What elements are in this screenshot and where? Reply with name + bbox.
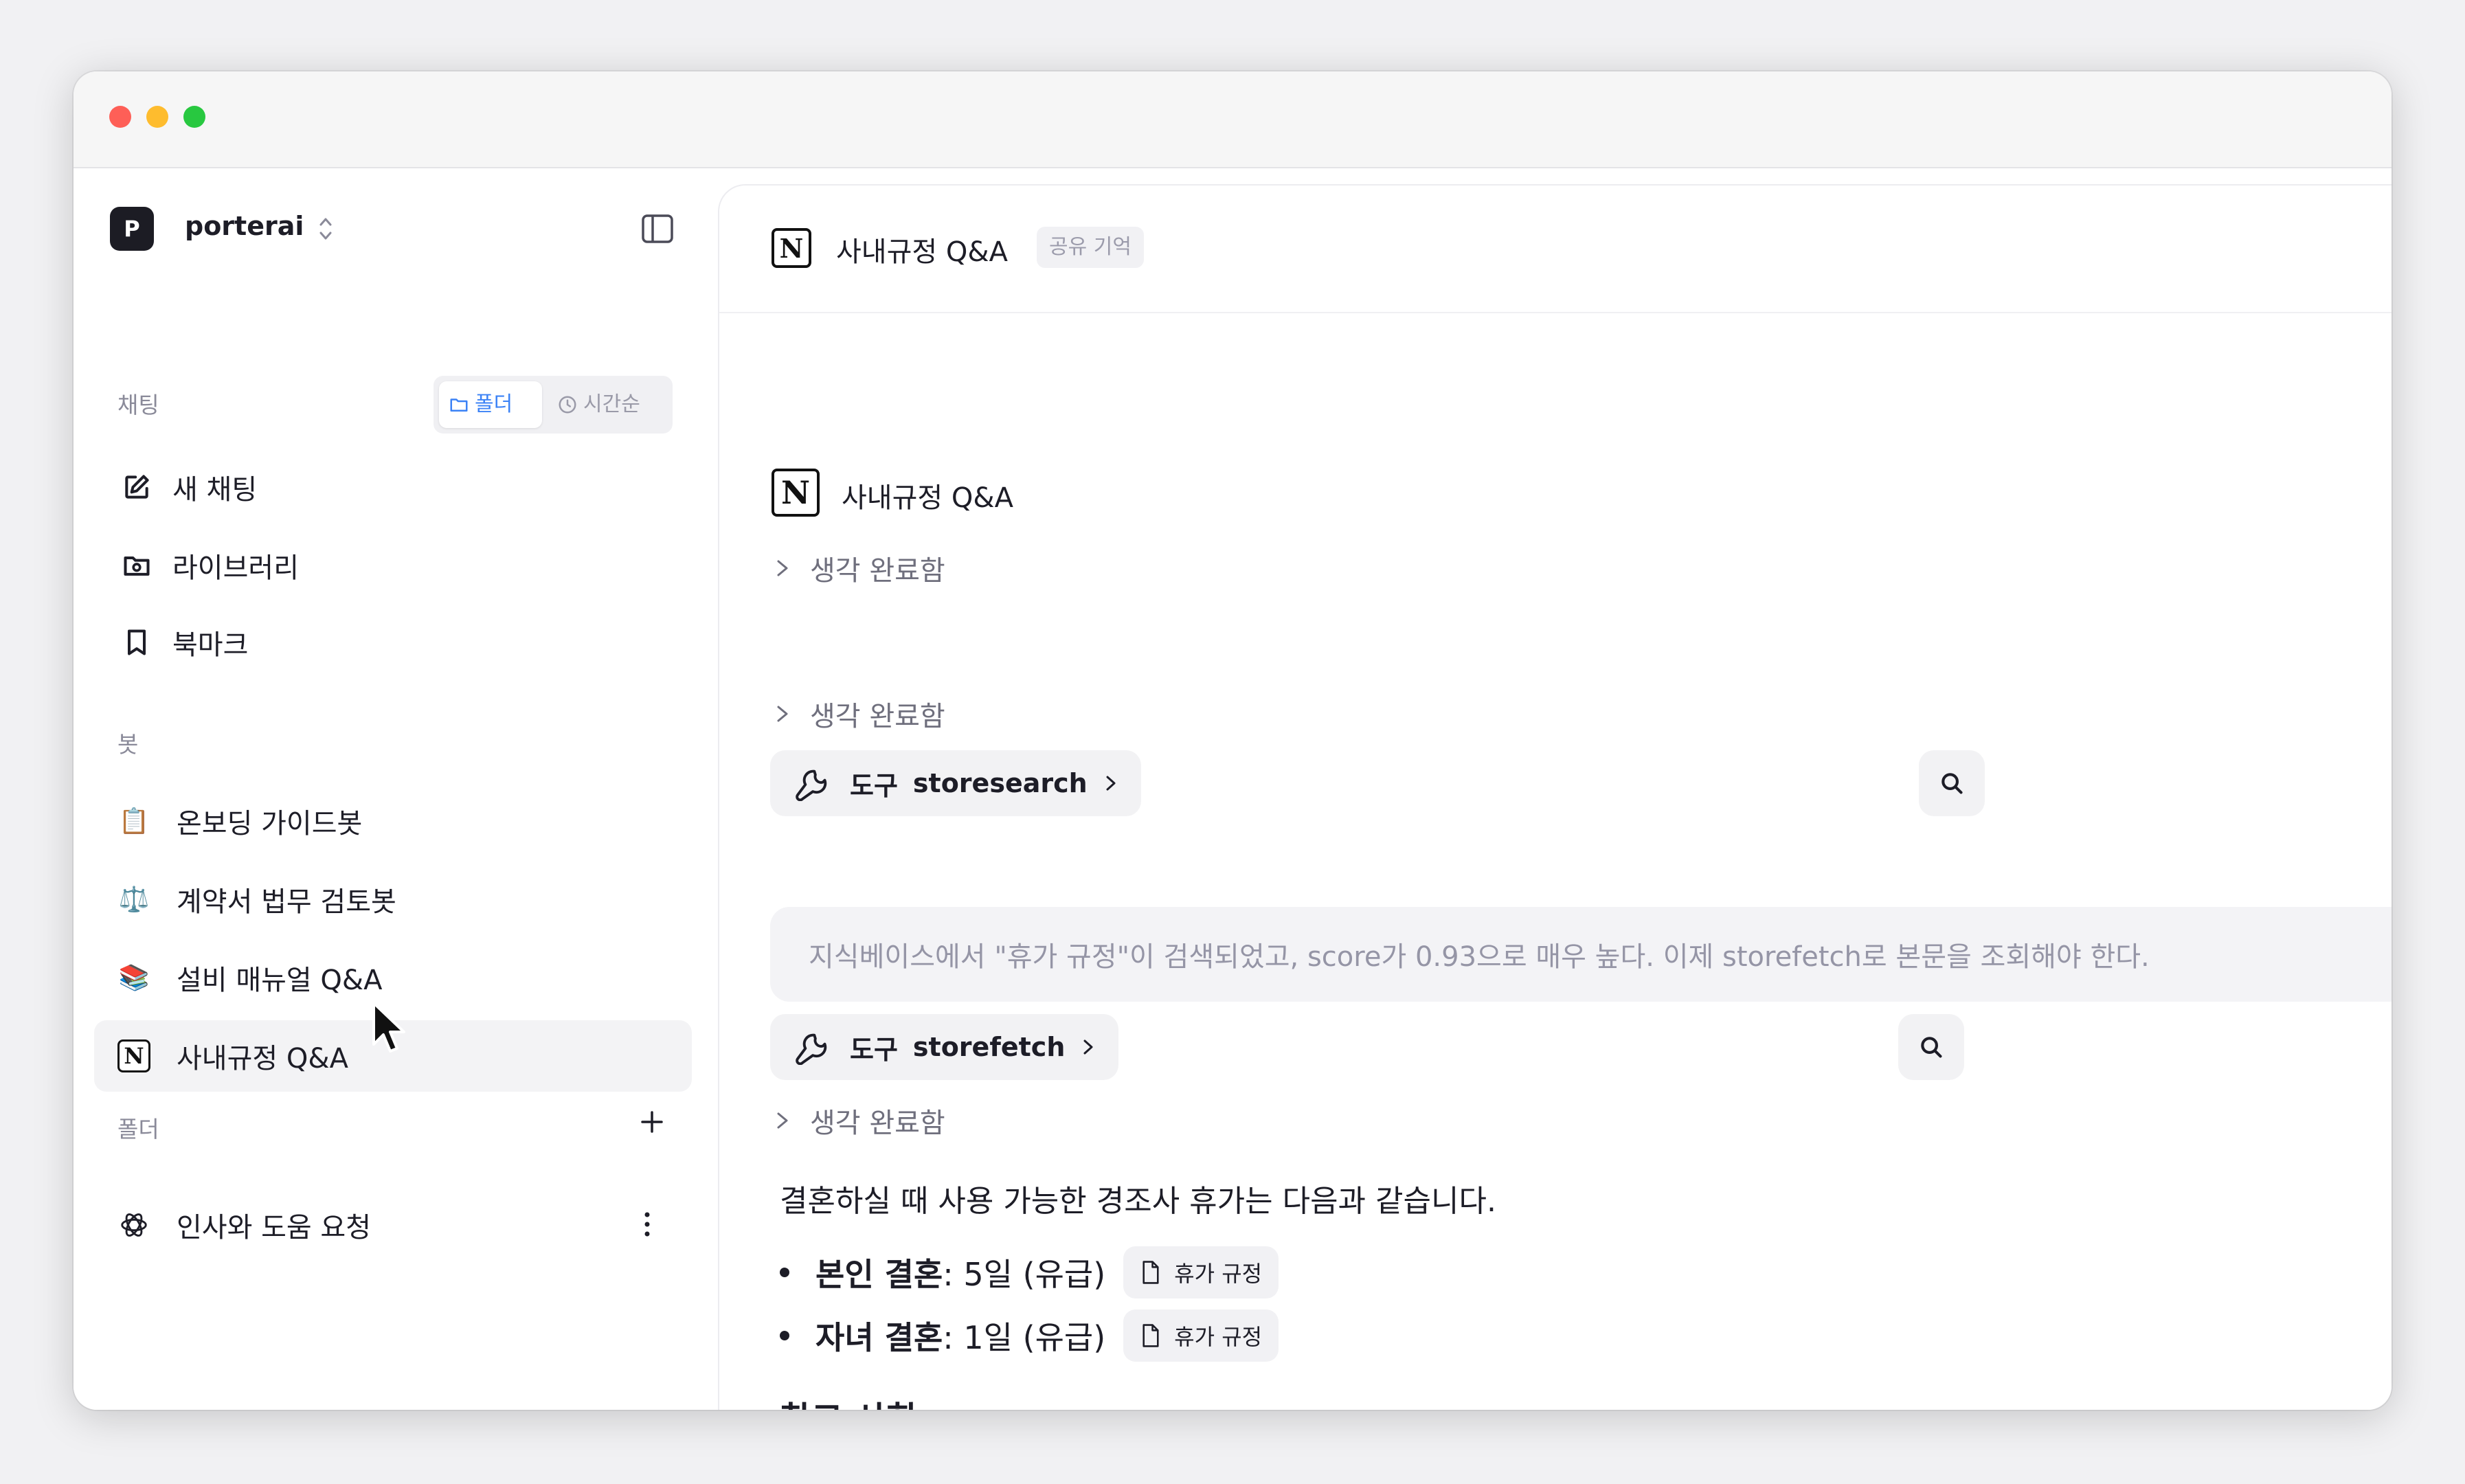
library-folder-icon — [124, 556, 150, 576]
clock-icon — [559, 396, 576, 414]
bot-item-label: 온보딩 가이드봇 — [177, 808, 363, 840]
notes-heading: 참고 사항 — [780, 1392, 918, 1410]
thought-toggle-1[interactable]: 생각 완료함 — [774, 548, 945, 588]
edit-icon — [125, 475, 149, 499]
sidebar-item-library[interactable]: 라이브러리 — [94, 532, 692, 598]
chat-panel: N 사내규정 Q&A 공유 기억 N 사내규정 Q&A 생각 완료함 도구 st… — [718, 184, 2391, 1410]
list-item: 자녀 결혼 : 1일 (유급) 휴가 규정 — [780, 1309, 1279, 1362]
time-view-label: 시간순 — [583, 392, 640, 416]
search-icon — [1921, 1037, 1942, 1058]
chevron-right-icon — [1083, 1039, 1093, 1055]
tool-call-storefetch[interactable]: 도구 storefetch — [770, 1014, 1119, 1080]
thought-label: 생각 완료함 — [810, 555, 945, 587]
bullet-dot — [780, 1268, 789, 1277]
answer-intro: 결혼하실 때 사용 가능한 경조사 휴가는 다음과 같습니다. — [780, 1184, 1496, 1219]
document-icon — [1143, 1261, 1159, 1284]
search-icon — [1941, 773, 1963, 794]
sidebar-item-label: 새 채팅 — [172, 474, 258, 506]
workspace-name[interactable]: porterai — [185, 211, 304, 241]
scale-icon: ⚖️ — [118, 886, 150, 914]
wrench-icon — [796, 769, 827, 801]
more-options-icon[interactable] — [637, 1207, 657, 1241]
bullet-text: : 1일 (유급) — [943, 1319, 1106, 1356]
workspace-avatar[interactable]: P — [110, 207, 154, 251]
bullet-bold: 자녀 결혼 — [815, 1319, 943, 1356]
list-item: 본인 결혼 : 5일 (유급) 휴가 규정 — [780, 1246, 1279, 1298]
view-toggle: 폴더 시간순 — [434, 376, 673, 434]
wrench-icon — [796, 1033, 827, 1065]
sidebar-item-new-chat[interactable]: 새 채팅 — [94, 454, 692, 520]
fetch-details-button[interactable] — [1898, 1014, 1964, 1080]
chevron-right-icon — [1106, 776, 1116, 791]
source-chip[interactable]: 휴가 규정 — [1123, 1309, 1279, 1362]
tool-label: 도구 — [850, 770, 898, 801]
tool-call-storesearch[interactable]: 도구 storesearch — [770, 750, 1141, 816]
source-label: 휴가 규정 — [1174, 1261, 1263, 1287]
shared-memory-badge[interactable]: 공유 기억 — [1037, 227, 1144, 268]
folder-view-label: 폴더 — [475, 392, 513, 416]
document-icon — [1143, 1324, 1159, 1347]
notion-icon: N — [772, 228, 811, 268]
bullet-text: : 5일 (유급) — [943, 1256, 1106, 1293]
source-chip[interactable]: 휴가 규정 — [1123, 1246, 1279, 1298]
bot-avatar-notion-icon: N — [772, 469, 820, 517]
tool-name: storefetch — [912, 1032, 1066, 1062]
zoom-window-button[interactable] — [183, 106, 205, 128]
add-folder-icon[interactable] — [637, 1107, 667, 1137]
thought-toggle-3[interactable]: 생각 완료함 — [774, 1101, 945, 1140]
thought-label: 생각 완료함 — [810, 701, 945, 732]
sidebar-item-bookmark[interactable]: 북마크 — [94, 609, 692, 675]
mouse-cursor-icon — [372, 1002, 405, 1053]
chat-header: N 사내규정 Q&A 공유 기억 — [719, 186, 2391, 313]
bot-item-label: 설비 매뉴얼 Q&A — [177, 965, 383, 996]
chat-section-label: 채팅 — [117, 392, 159, 418]
bots-section-label: 봇 — [117, 731, 139, 758]
folder-view-button[interactable]: 폴더 — [439, 381, 542, 428]
folder-item-hr-help[interactable]: 인사와 도움 요청 — [94, 1189, 692, 1261]
chevron-right-icon — [777, 1112, 788, 1129]
bullet-bold: 본인 결혼 — [815, 1256, 943, 1293]
bot-item-contract-review[interactable]: ⚖️ 계약서 법무 검토봇 — [94, 864, 692, 935]
search-details-button[interactable] — [1919, 750, 1985, 816]
chevron-right-icon — [777, 560, 788, 576]
sidebar-toggle-icon[interactable] — [640, 211, 675, 247]
sidebar-item-label: 북마크 — [172, 629, 249, 661]
tool-name: storesearch — [912, 768, 1088, 798]
thought-toggle-2[interactable]: 생각 완료함 — [774, 694, 945, 734]
notion-icon: N — [117, 1039, 150, 1072]
sidebar-item-label: 라이브러리 — [172, 552, 299, 584]
minimize-window-button[interactable] — [146, 106, 168, 128]
bot-item-label: 사내규정 Q&A — [177, 1043, 348, 1075]
thought-label: 생각 완료함 — [810, 1108, 945, 1139]
chat-title: 사내규정 Q&A — [836, 236, 1008, 268]
close-window-button[interactable] — [109, 106, 131, 128]
openai-icon — [117, 1208, 150, 1241]
sidebar: P porterai 채팅 폴더 시간순 새 채팅 라이브러리 북마크 봇 📋 … — [74, 168, 718, 1410]
reasoning-block: 지식베이스에서 "휴가 규정"이 검색되었고, score가 0.93으로 매우… — [770, 907, 2391, 1002]
clipboard-icon: 📋 — [118, 807, 150, 835]
bookmark-icon — [127, 629, 146, 655]
bullet-dot — [780, 1331, 789, 1340]
workspace-switcher-icon[interactable] — [315, 212, 336, 245]
bot-item-onboarding[interactable]: 📋 온보딩 가이드봇 — [94, 785, 692, 857]
bot-item-label: 계약서 법무 검토봇 — [177, 886, 396, 918]
chevron-right-icon — [777, 706, 788, 722]
title-bar — [74, 71, 2391, 168]
app-window: P porterai 채팅 폴더 시간순 새 채팅 라이브러리 북마크 봇 📋 … — [74, 71, 2391, 1410]
bot-name: 사내규정 Q&A — [842, 482, 1013, 514]
time-view-button[interactable]: 시간순 — [548, 381, 667, 428]
source-label: 휴가 규정 — [1174, 1324, 1263, 1350]
tool-label: 도구 — [850, 1034, 898, 1065]
folder-icon — [450, 398, 468, 412]
folder-item-label: 인사와 도움 요청 — [177, 1212, 372, 1244]
books-icon: 📚 — [118, 964, 150, 992]
folders-section-label: 폴더 — [117, 1116, 159, 1143]
